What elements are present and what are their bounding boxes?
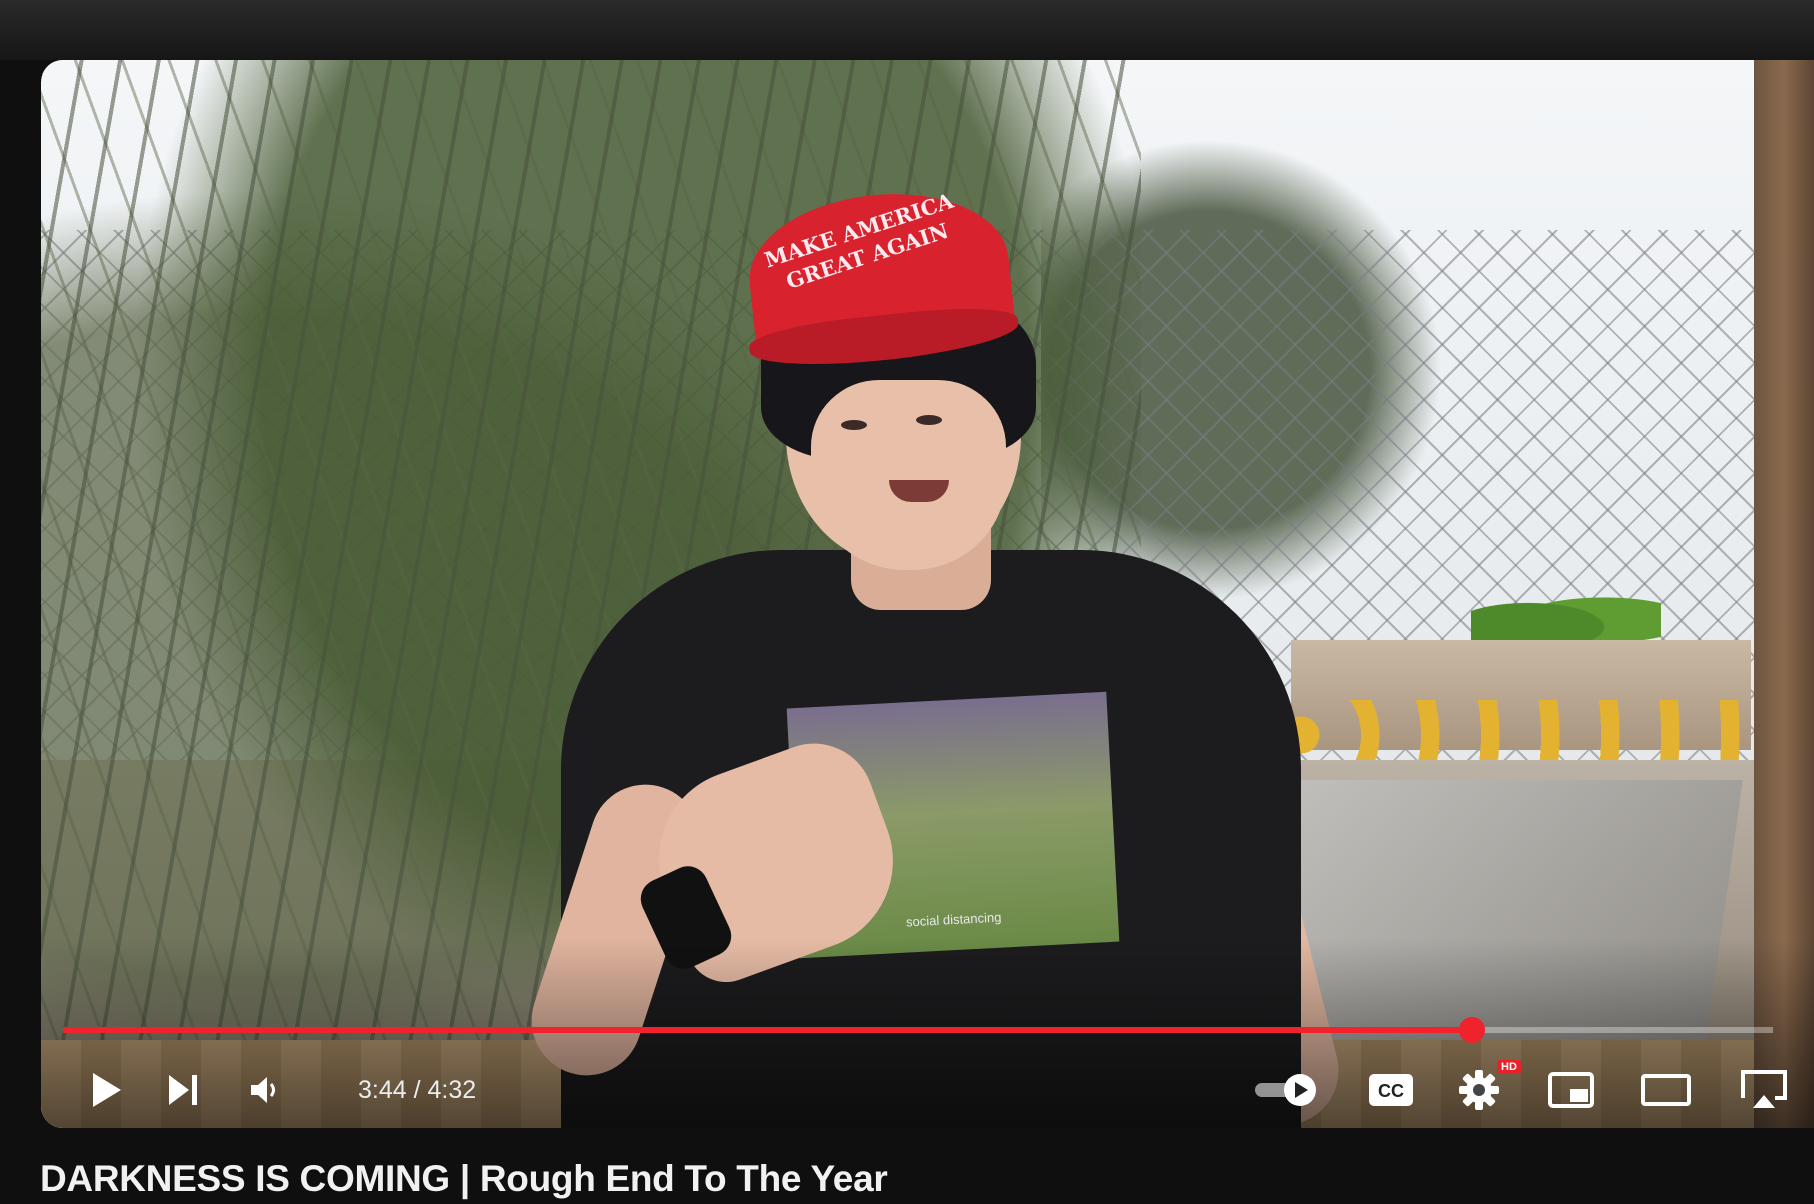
person-face-lower bbox=[811, 380, 1006, 570]
hd-badge: HD bbox=[1497, 1060, 1521, 1074]
cast-button[interactable] bbox=[1731, 1062, 1797, 1118]
person-eye-right bbox=[916, 415, 942, 425]
duration: 4:32 bbox=[427, 1076, 477, 1104]
time-separator: / bbox=[406, 1076, 428, 1104]
progress-played bbox=[63, 1027, 1473, 1033]
next-button[interactable] bbox=[155, 1062, 211, 1118]
cast-icon bbox=[1741, 1070, 1787, 1108]
play-button[interactable] bbox=[79, 1062, 135, 1118]
person-eye-left bbox=[841, 420, 867, 430]
time-display: 3:44 / 4:32 bbox=[358, 1076, 476, 1105]
next-icon bbox=[169, 1075, 197, 1105]
captions-button[interactable]: CC bbox=[1361, 1062, 1421, 1118]
play-icon bbox=[93, 1073, 121, 1107]
miniplayer-button[interactable] bbox=[1541, 1062, 1601, 1118]
theater-mode-button[interactable] bbox=[1633, 1062, 1699, 1118]
video-title[interactable]: DARKNESS IS COMING | Rough End To The Ye… bbox=[40, 1158, 888, 1200]
miniplayer-icon bbox=[1548, 1072, 1594, 1108]
video-player[interactable]: social distancing MAKE AMERICA GREAT AGA… bbox=[41, 60, 1814, 1128]
mute-button[interactable] bbox=[237, 1062, 293, 1118]
progress-scrubber[interactable] bbox=[1459, 1017, 1486, 1043]
captions-icon: CC bbox=[1369, 1074, 1413, 1106]
page-top-background bbox=[0, 0, 1814, 60]
theater-icon bbox=[1641, 1074, 1691, 1106]
progress-bar[interactable] bbox=[63, 1017, 1773, 1043]
autoplay-toggle-icon bbox=[1255, 1074, 1316, 1106]
volume-icon bbox=[251, 1077, 275, 1103]
yellow-shrubs bbox=[1281, 700, 1801, 760]
svg-text:CC: CC bbox=[1378, 1081, 1404, 1101]
gear-icon bbox=[1459, 1070, 1499, 1110]
current-time: 3:44 bbox=[358, 1076, 407, 1104]
autoplay-toggle[interactable] bbox=[1249, 1062, 1325, 1118]
